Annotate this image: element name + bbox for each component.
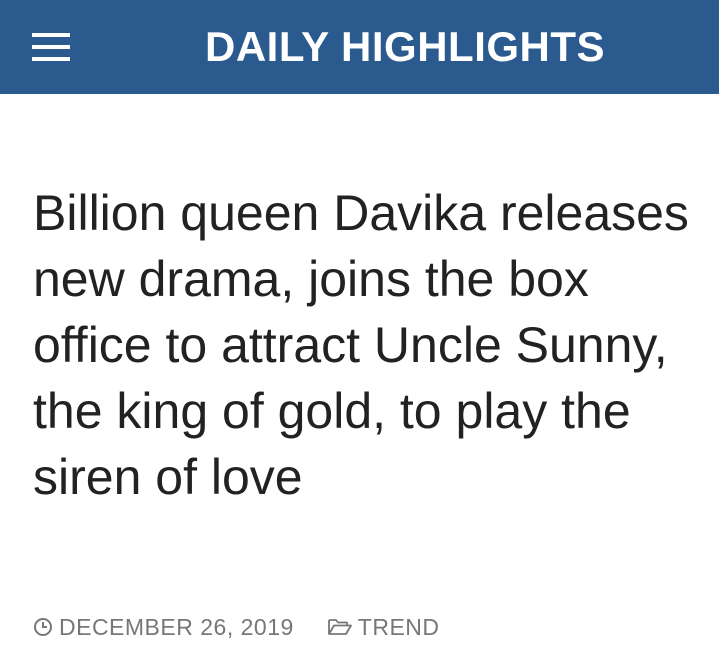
article-date: DECEMBER 26, 2019	[33, 614, 294, 641]
article-meta: DECEMBER 26, 2019 TREND	[33, 612, 440, 642]
article-category[interactable]: TREND	[327, 614, 440, 641]
hamburger-menu-button[interactable]	[32, 30, 70, 64]
folder-icon	[327, 617, 353, 637]
article-title: Billion queen Davika releases new drama,…	[33, 185, 689, 505]
clock-icon	[33, 617, 53, 637]
article-date-text: DECEMBER 26, 2019	[59, 613, 294, 640]
article-category-link[interactable]: TREND	[358, 614, 440, 641]
top-bar: DAILY HIGHLIGHTS	[0, 0, 719, 94]
hamburger-menu-icon	[32, 33, 70, 61]
site-title[interactable]: DAILY HIGHLIGHTS	[205, 21, 605, 73]
